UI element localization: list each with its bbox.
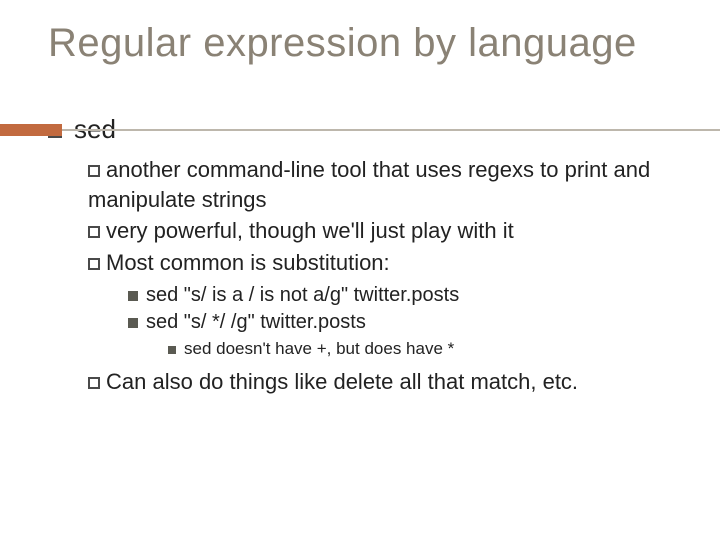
square-outline-icon	[88, 377, 100, 389]
title-underline	[62, 129, 720, 131]
slide: Regular expression by language sed anoth…	[0, 0, 720, 540]
bullet-level3: sed "s/ */ /g" twitter.posts	[128, 309, 690, 336]
content-area: sed another command-line tool that uses …	[48, 114, 690, 396]
level3-group: sed "s/ is a / is not a/g" twitter.posts…	[128, 282, 690, 361]
bullet-level4: sed doesn't have +, but does have *	[168, 338, 690, 361]
level2-text: very powerful, though we'll just play wi…	[106, 218, 514, 243]
bullet-level2: Most common is substitution:	[88, 248, 690, 278]
square-filled-icon	[128, 318, 138, 328]
level2-text: Most common is substitution:	[106, 250, 390, 275]
square-filled-icon	[128, 291, 138, 301]
square-outline-icon	[88, 165, 100, 177]
level3-text: sed "s/ */ /g" twitter.posts	[146, 311, 366, 333]
square-outline-icon	[88, 226, 100, 238]
square-outline-icon	[88, 258, 100, 270]
bullet-level2: very powerful, though we'll just play wi…	[88, 216, 690, 246]
level2-group: another command-line tool that uses rege…	[88, 155, 690, 396]
bullet-level2: Can also do things like delete all that …	[88, 367, 690, 397]
accent-bar	[0, 124, 62, 136]
square-filled-small-icon	[168, 346, 176, 354]
bullet-level2: another command-line tool that uses rege…	[88, 155, 690, 214]
level3-text: sed "s/ is a / is not a/g" twitter.posts	[146, 284, 459, 306]
level4-text: sed doesn't have +, but does have *	[184, 339, 454, 358]
level2-text: another command-line tool that uses rege…	[88, 157, 650, 212]
bullet-level3: sed "s/ is a / is not a/g" twitter.posts	[128, 282, 690, 309]
slide-title: Regular expression by language	[48, 20, 690, 66]
level2-text: Can also do things like delete all that …	[106, 369, 578, 394]
level4-group: sed doesn't have +, but does have *	[168, 338, 690, 361]
